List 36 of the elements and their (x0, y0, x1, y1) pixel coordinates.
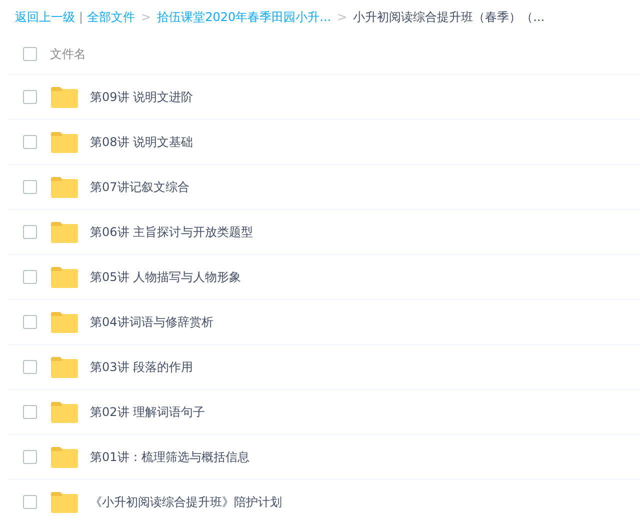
file-name[interactable]: 第09讲 说明文进阶 (90, 88, 194, 106)
folder-icon (51, 402, 78, 422)
current-folder: 小升初阅读综合提升班（春季）（... (353, 8, 545, 26)
row-checkbox[interactable] (23, 135, 37, 149)
folder-icon (51, 222, 78, 242)
row-checkbox[interactable] (23, 180, 37, 194)
file-name[interactable]: 第05讲 人物描写与人物形象 (90, 268, 242, 286)
row-checkbox[interactable] (23, 450, 37, 464)
file-name[interactable]: 第08讲 说明文基础 (90, 134, 194, 150)
row-checkbox[interactable] (23, 495, 37, 509)
folder-icon (51, 312, 78, 332)
row-checkbox[interactable] (23, 90, 37, 104)
file-name[interactable]: 第07讲记叙文综合 (90, 178, 190, 196)
folder-icon (51, 446, 78, 468)
select-all-checkbox[interactable] (23, 47, 37, 61)
file-name[interactable]: 第06讲 主旨探讨与开放类题型 (90, 224, 254, 240)
separator: | (79, 10, 84, 24)
folder-icon (51, 266, 78, 288)
row-checkbox[interactable] (23, 270, 37, 284)
folder-icon (51, 132, 78, 152)
folder-icon (51, 356, 78, 378)
file-name[interactable]: 第04讲词语与修辞赏析 (90, 314, 214, 330)
row-checkbox[interactable] (23, 360, 37, 374)
column-header: 文件名 (50, 46, 86, 62)
folder-icon (51, 176, 78, 198)
row-checkbox[interactable] (23, 225, 37, 239)
file-name[interactable]: 第01讲：梳理筛选与概括信息 (90, 448, 250, 466)
file-name[interactable]: 第03讲 段落的作用 (90, 358, 194, 376)
breadcrumb-arrow: > (337, 10, 348, 24)
breadcrumb-arrow: > (141, 10, 152, 24)
row-checkbox[interactable] (23, 405, 37, 419)
file-name[interactable]: 《小升初阅读综合提升班》陪护计划 (90, 494, 282, 510)
file-name[interactable]: 第02讲 理解词语句子 (90, 404, 206, 420)
row-checkbox[interactable] (23, 315, 37, 329)
folder-icon (51, 492, 78, 512)
folder-icon (51, 86, 78, 108)
